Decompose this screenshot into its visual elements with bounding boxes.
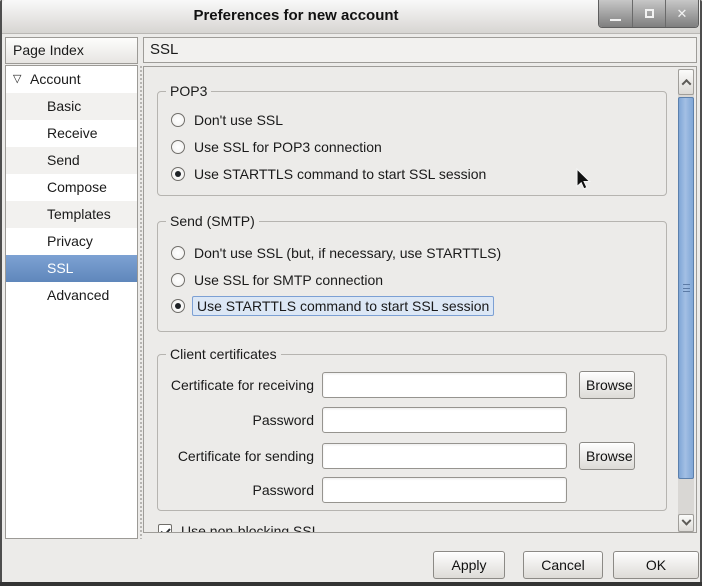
window-border-bottom <box>0 582 702 586</box>
radio-smtp-starttls[interactable]: Use STARTTLS command to start SSL sessio… <box>171 295 494 317</box>
smtp-group-legend: Send (SMTP) <box>166 212 259 230</box>
minimize-icon <box>610 19 621 21</box>
radio-label: Don't use SSL <box>194 112 283 128</box>
settings-scroll-area: POP3 Don't use SSL Use SSL for POP3 conn… <box>143 66 697 533</box>
sidebar-item-send[interactable]: Send <box>6 147 137 174</box>
password-sending-row: Password <box>158 477 666 505</box>
page-title: SSL <box>143 37 697 63</box>
sidebar-item-label: Send <box>47 152 80 168</box>
sidebar-item-label: SSL <box>47 260 73 276</box>
radio-icon[interactable] <box>171 113 185 127</box>
client-certificates-legend: Client certificates <box>166 345 281 363</box>
smtp-group: Send (SMTP) Don't use SSL (but, if neces… <box>157 221 667 332</box>
cert-receiving-label: Certificate for receiving <box>166 372 314 399</box>
scroll-down-button[interactable] <box>678 514 694 532</box>
sidebar-item-label: Privacy <box>47 233 93 249</box>
cert-receiving-input[interactable] <box>322 372 567 398</box>
radio-icon[interactable] <box>171 246 185 260</box>
page-index-header: Page Index <box>5 37 138 64</box>
scroll-up-button[interactable] <box>678 69 694 95</box>
cert-sending-label: Certificate for sending <box>166 443 314 470</box>
cert-sending-row: Certificate for sending Browse <box>158 443 666 471</box>
sidebar-item-privacy[interactable]: Privacy <box>6 228 137 255</box>
radio-icon[interactable] <box>171 140 185 154</box>
browse-receiving-button[interactable]: Browse <box>579 371 635 399</box>
ok-button[interactable]: OK <box>613 551 699 579</box>
sidebar-item-label: Advanced <box>47 287 109 303</box>
radio-selected-icon[interactable] <box>171 167 185 181</box>
sidebar-item-label: Basic <box>47 98 81 114</box>
radio-label-focused: Use STARTTLS command to start SSL sessio… <box>192 296 494 316</box>
minimize-button[interactable] <box>599 0 632 27</box>
sidebar-item-label: Templates <box>47 206 111 222</box>
preferences-dialog: Preferences for new account ✕ Page Index… <box>0 0 702 586</box>
sidebar-item-receive[interactable]: Receive <box>6 120 137 147</box>
cert-receiving-row: Certificate for receiving Browse <box>158 372 666 400</box>
radio-label: Use SSL for SMTP connection <box>194 272 383 288</box>
expander-down-icon[interactable]: ▽ <box>13 66 27 93</box>
checkbox-label: Use non-blocking SSL <box>181 523 320 533</box>
chevron-down-icon <box>681 515 691 525</box>
scrollbar-thumb[interactable] <box>678 97 694 479</box>
close-button[interactable]: ✕ <box>665 0 698 27</box>
browse-sending-button[interactable]: Browse <box>579 442 635 470</box>
radio-label: Don't use SSL (but, if necessary, use ST… <box>194 245 501 261</box>
maximize-button[interactable] <box>632 0 665 27</box>
sidebar-item-label: Account <box>30 71 81 87</box>
sidebar-item-templates[interactable]: Templates <box>6 201 137 228</box>
client-certificates-group: Client certificates Certificate for rece… <box>157 354 667 511</box>
apply-button[interactable]: Apply <box>433 551 505 579</box>
titlebar[interactable]: Preferences for new account <box>2 0 700 34</box>
radio-smtp-dont-use-ssl[interactable]: Don't use SSL (but, if necessary, use ST… <box>171 242 501 264</box>
sidebar-item-ssl[interactable]: SSL <box>6 255 137 282</box>
password-sending-label: Password <box>166 477 314 504</box>
radio-icon[interactable] <box>171 273 185 287</box>
vertical-scrollbar[interactable] <box>678 69 694 532</box>
sidebar-item-advanced[interactable]: Advanced <box>6 282 137 309</box>
password-receiving-label: Password <box>166 407 314 434</box>
sidebar-item-account[interactable]: ▽ Account <box>6 66 137 93</box>
radio-smtp-use-ssl[interactable]: Use SSL for SMTP connection <box>171 269 383 291</box>
radio-pop3-starttls[interactable]: Use STARTTLS command to start SSL sessio… <box>171 163 486 185</box>
cert-sending-input[interactable] <box>322 443 567 469</box>
maximize-icon <box>645 9 654 18</box>
radio-pop3-use-ssl[interactable]: Use SSL for POP3 connection <box>171 136 382 158</box>
sidebar-item-label: Compose <box>47 179 107 195</box>
password-receiving-input[interactable] <box>322 407 567 433</box>
sidebar-item-basic[interactable]: Basic <box>6 93 137 120</box>
window-border-left <box>0 0 2 582</box>
pop3-group: POP3 Don't use SSL Use SSL for POP3 conn… <box>157 91 667 196</box>
close-icon: ✕ <box>677 7 688 20</box>
scrollbar-grip-icon <box>683 284 690 292</box>
radio-label: Use STARTTLS command to start SSL sessio… <box>194 166 486 182</box>
page-index-tree: ▽ Account Basic Receive Send Compose Tem… <box>5 65 138 539</box>
window-title: Preferences for new account <box>2 0 590 34</box>
pop3-group-legend: POP3 <box>166 82 211 100</box>
window-controls: ✕ <box>598 0 699 28</box>
password-sending-input[interactable] <box>322 477 567 503</box>
nonblocking-ssl-option[interactable]: Use non-blocking SSL <box>158 521 320 533</box>
radio-pop3-dont-use-ssl[interactable]: Don't use SSL <box>171 109 283 131</box>
password-receiving-row: Password <box>158 407 666 435</box>
sidebar-item-label: Receive <box>47 125 98 141</box>
cancel-button[interactable]: Cancel <box>523 551 603 579</box>
checkbox-checked-icon[interactable] <box>158 524 172 533</box>
radio-label: Use SSL for POP3 connection <box>194 139 382 155</box>
radio-selected-icon[interactable] <box>171 299 185 313</box>
chevron-up-icon <box>681 78 691 88</box>
sidebar-item-compose[interactable]: Compose <box>6 174 137 201</box>
